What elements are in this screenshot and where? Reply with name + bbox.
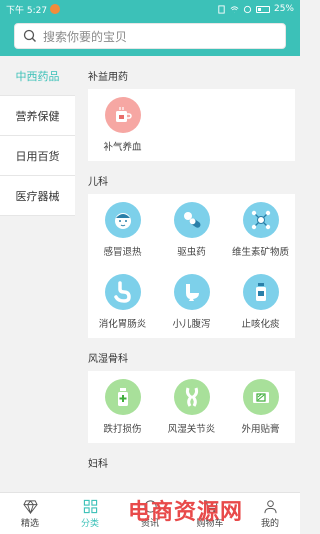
category-tile[interactable]: 消化胃肠炎 — [88, 266, 157, 338]
tile-label: 止咳化痰 — [241, 319, 280, 330]
status-bar: 下午 5:27 25% — [0, 0, 300, 18]
battery-level: 25% — [273, 4, 294, 14]
ointment-bottle-icon — [104, 379, 141, 415]
search-input[interactable]: 搜索你要的宝贝 — [14, 23, 286, 49]
category-tile[interactable]: 补气养血 — [88, 89, 157, 161]
sidebar-item-medical-devices[interactable]: 医疗器械 — [0, 176, 75, 216]
section-title: 妇科 — [88, 459, 108, 470]
category-tile[interactable]: 驱虫药 — [157, 194, 226, 266]
category-tile[interactable]: 风湿关节炎 — [157, 371, 226, 443]
search-header: 搜索你要的宝贝 — [0, 18, 300, 56]
section-title: 补益用药 — [88, 72, 128, 83]
tile-label: 补气养血 — [103, 142, 142, 153]
molecule-icon — [242, 202, 279, 238]
sidebar-item-daily-goods[interactable]: 日用百货 — [0, 136, 75, 176]
nav-label: 分类 — [80, 518, 99, 529]
tile-label: 维生素矿物质 — [231, 247, 289, 258]
nav-label: 我的 — [260, 518, 279, 529]
category-tile[interactable]: 感冒退热 — [88, 194, 157, 266]
tile-label: 驱虫药 — [177, 247, 206, 258]
plaster-icon — [242, 379, 279, 415]
category-tile[interactable]: 外用贴膏 — [226, 371, 295, 443]
stomach-icon — [104, 274, 141, 310]
category-content: 补益用药 补气养血 儿科 感冒退热 驱虫药 维生素矿物质 消化胃肠炎 小儿腹泻 … — [80, 56, 300, 492]
bone-joint-icon — [173, 379, 210, 415]
category-tile[interactable]: 维生素矿物质 — [226, 194, 295, 266]
tile-label: 跌打损伤 — [103, 424, 142, 435]
sidebar-item-chinese-western-medicine[interactable]: 中西药品 — [0, 56, 75, 96]
category-card: 感冒退热 驱虫药 维生素矿物质 消化胃肠炎 小儿腹泻 止咳化痰 — [88, 194, 295, 338]
medicine-bottle-icon — [242, 274, 279, 310]
notification-badge-icon — [50, 4, 61, 14]
nav-item-profile[interactable]: 我的 — [240, 493, 300, 534]
pill-icon — [173, 202, 210, 238]
category-tile[interactable]: 跌打损伤 — [88, 371, 157, 443]
tile-label: 消化胃肠炎 — [98, 319, 147, 330]
toilet-icon — [173, 274, 210, 310]
wifi-icon — [230, 5, 239, 12]
search-placeholder: 搜索你要的宝贝 — [43, 29, 128, 44]
nav-item-category[interactable]: 分类 — [60, 493, 120, 534]
category-sidebar: 中西药品 营养保健 日用百货 医疗器械 — [0, 56, 75, 492]
tile-label: 外用贴膏 — [241, 424, 280, 435]
category-card: 跌打损伤 风湿关节炎 外用贴膏 — [88, 371, 295, 443]
section-title: 风湿骨科 — [88, 354, 128, 365]
tile-label: 风湿关节炎 — [167, 424, 216, 435]
battery-icon — [255, 5, 270, 13]
category-tile[interactable]: 止咳化痰 — [226, 266, 295, 338]
category-tile[interactable]: 小儿腹泻 — [157, 266, 226, 338]
tile-label: 小儿腹泻 — [172, 319, 211, 330]
category-card: 补气养血 — [88, 89, 295, 161]
diamond-icon — [22, 499, 38, 514]
status-time: 下午 5:27 — [6, 5, 48, 16]
user-icon — [263, 499, 277, 513]
sidebar-item-label: 营养保健 — [15, 109, 60, 123]
search-icon — [23, 29, 36, 42]
alarm-icon — [243, 5, 252, 13]
watermark-text: 电商资源网 — [128, 500, 244, 525]
grid-icon — [83, 499, 97, 513]
nav-item-featured[interactable]: 精选 — [0, 493, 60, 534]
sidebar-item-nutrition[interactable]: 营养保健 — [0, 96, 75, 136]
sidebar-item-label: 日用百货 — [15, 149, 60, 163]
sim-icon — [218, 4, 225, 14]
nav-label: 精选 — [20, 518, 39, 529]
section-title: 儿科 — [88, 177, 108, 188]
tea-cup-icon — [104, 97, 141, 133]
child-face-icon — [104, 202, 141, 238]
sidebar-item-label: 中西药品 — [15, 69, 60, 83]
sidebar-item-label: 医疗器械 — [15, 189, 60, 203]
tile-label: 感冒退热 — [103, 247, 142, 258]
